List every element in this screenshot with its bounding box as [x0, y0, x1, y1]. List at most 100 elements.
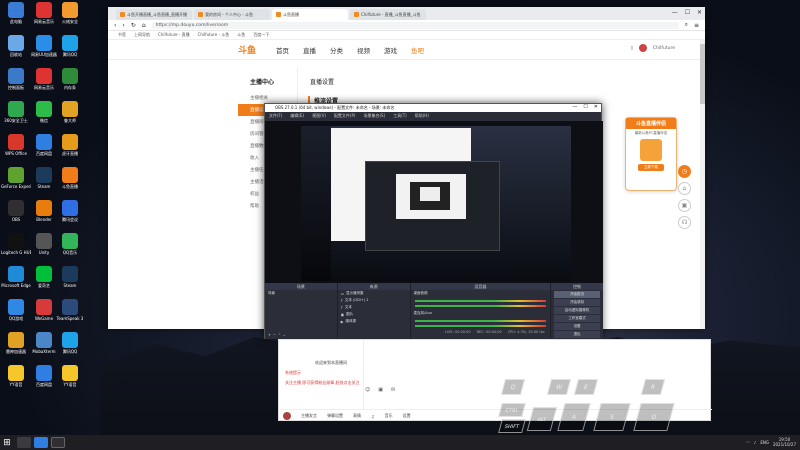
- menu-tools[interactable]: 工具(T): [393, 113, 407, 119]
- bookmark-item[interactable]: 上网导航: [134, 32, 150, 38]
- desktop-icon[interactable]: 微信: [30, 101, 58, 123]
- language-indicator[interactable]: ENG: [760, 440, 769, 445]
- desktop-icon[interactable]: OBS: [2, 200, 30, 222]
- desktop-icon[interactable]: Logitech G HUB: [1, 233, 31, 255]
- back-icon[interactable]: ‹: [114, 22, 116, 29]
- exit-button[interactable]: 退出: [554, 331, 600, 338]
- obs-preview[interactable]: [265, 121, 603, 283]
- desktop-icon[interactable]: 此电脑: [2, 2, 30, 24]
- desktop-icon[interactable]: Steam: [56, 266, 84, 288]
- home-icon[interactable]: ⌂: [142, 22, 146, 29]
- desktop-icon[interactable]: 斗鱼直播: [56, 167, 84, 189]
- desktop-icon[interactable]: Microsoft Edge: [1, 266, 31, 288]
- source-item[interactable]: T 文本: [338, 304, 410, 311]
- promo-download-button[interactable]: 立即下载: [638, 164, 664, 171]
- audio-volume-slider[interactable]: [414, 305, 547, 307]
- up-icon[interactable]: ⌃: [278, 333, 281, 337]
- start-recording-button[interactable]: 开始录制: [554, 299, 600, 306]
- bookmark-item[interactable]: 书签: [118, 32, 126, 38]
- nav-fishbar[interactable]: 鱼吧: [411, 45, 424, 55]
- search-icon[interactable]: [17, 437, 31, 448]
- desktop-icon[interactable]: 回收站: [2, 35, 30, 57]
- menu-edit[interactable]: 编辑(E): [290, 113, 304, 119]
- forward-icon[interactable]: ›: [122, 22, 124, 29]
- start-streaming-button[interactable]: 开始推流: [554, 291, 600, 298]
- nav-video[interactable]: 视频: [357, 45, 370, 55]
- minimize-icon[interactable]: —: [672, 9, 678, 16]
- desktop-icon[interactable]: 百度网盘: [30, 365, 58, 387]
- source-item[interactable]: ▶ 媒体源: [338, 318, 410, 325]
- windows-start-icon[interactable]: ⊞: [0, 435, 14, 450]
- desktop-icon[interactable]: 虎牙直播: [56, 134, 84, 156]
- emoji-icon[interactable]: ☺: [365, 387, 370, 393]
- desktop-icon[interactable]: YY语音: [56, 365, 84, 387]
- headset-icon[interactable]: ☊: [678, 216, 691, 229]
- avatar[interactable]: [283, 412, 291, 420]
- add-icon[interactable]: +: [268, 333, 271, 337]
- menu-view[interactable]: 视图(V): [312, 113, 326, 119]
- promo-card[interactable]: 斗鱼直播伴侣 最新斗鱼PC直播伴侣 立即下载: [625, 117, 677, 191]
- gift-icon[interactable]: ▣: [678, 199, 691, 212]
- desktop-icon[interactable]: 腾讯会议: [56, 200, 84, 222]
- desktop-icon[interactable]: QQ游戏: [2, 299, 30, 321]
- desktop-icon[interactable]: MobaXterm: [30, 332, 58, 354]
- desktop-icon[interactable]: Blender: [30, 200, 58, 222]
- username[interactable]: Chilfuture: [653, 46, 675, 51]
- source-item[interactable]: ▭ 显示器采集: [338, 290, 410, 297]
- desktop-icon[interactable]: YY语音: [2, 365, 30, 387]
- image-icon[interactable]: ▣: [378, 387, 383, 393]
- desktop-icon[interactable]: 腾讯QQ: [56, 35, 84, 57]
- nav-live[interactable]: 直播: [303, 45, 316, 55]
- desktop-icon[interactable]: 腾讯QQ: [56, 332, 84, 354]
- desktop-icon[interactable]: 鲁大师: [56, 101, 84, 123]
- nav-category[interactable]: 分类: [330, 45, 343, 55]
- desktop-icon[interactable]: 网易UU加速器: [30, 35, 58, 57]
- settings-button[interactable]: 设置: [554, 323, 600, 330]
- close-icon[interactable]: ✕: [697, 9, 702, 16]
- desktop-icon[interactable]: 百度网盘: [30, 134, 58, 156]
- menu-scene-collection[interactable]: 场景集合(S): [363, 113, 385, 119]
- studio-mode-button[interactable]: 工作室模式: [554, 315, 600, 322]
- menu-profile[interactable]: 配置文件(P): [334, 113, 356, 119]
- scrollbar-thumb[interactable]: [700, 44, 705, 104]
- menu-file[interactable]: 文件(F): [269, 113, 282, 119]
- avatar[interactable]: [638, 44, 647, 52]
- chat-bottom-item[interactable]: 主播发言: [301, 413, 317, 419]
- bookmark-item[interactable]: Chilfuture - 斗鱼: [198, 32, 230, 38]
- desktop-icon[interactable]: GeForce Experience: [1, 167, 31, 189]
- browser-taskbar-icon[interactable]: [34, 437, 48, 448]
- music-icon[interactable]: ♫: [371, 414, 375, 419]
- url-input[interactable]: https://mp.douyu.com/live/room: [151, 21, 679, 29]
- virtual-camera-button[interactable]: 启动虚拟摄像机: [554, 307, 600, 314]
- site-logo[interactable]: 斗鱼: [238, 43, 256, 56]
- remove-icon[interactable]: −: [273, 333, 276, 337]
- nav-games[interactable]: 游戏: [384, 45, 397, 55]
- bookmark-item[interactable]: Chilfuture - 直播: [158, 32, 190, 38]
- scene-item[interactable]: 场景: [265, 290, 337, 297]
- desktop-icon[interactable]: 雷神加速器: [2, 332, 30, 354]
- browser-tab[interactable]: Chilfuture - 直播_斗鱼直播_斗鱼: [350, 9, 426, 20]
- source-item[interactable]: T 文本 (GDI+) 2: [338, 297, 410, 304]
- home-outline-icon[interactable]: ⌂: [678, 182, 691, 195]
- down-icon[interactable]: ⌄: [283, 333, 286, 337]
- phone-icon[interactable]: ▯: [630, 46, 632, 51]
- bookmark-item[interactable]: 斗鱼: [237, 32, 245, 38]
- bookmark-item[interactable]: 百度一下: [253, 32, 269, 38]
- desktop-icon[interactable]: 爱奇艺: [30, 266, 58, 288]
- browser-tab[interactable]: 斗鱼开播直播_斗鱼直播_直播开播: [116, 9, 192, 20]
- desktop-icon[interactable]: 内存条: [56, 68, 84, 90]
- desktop-icon[interactable]: 网易云音乐: [30, 2, 58, 24]
- menu-icon[interactable]: ≡: [694, 22, 699, 29]
- volume-icon[interactable]: ♪: [754, 440, 757, 445]
- browser-tab-active[interactable]: 斗鱼直播: [272, 9, 348, 20]
- desktop-icon[interactable]: TeamSpeak 3: [56, 299, 84, 321]
- page-scrollbar[interactable]: [700, 40, 705, 329]
- desktop-icon[interactable]: 网易云音乐: [30, 68, 58, 90]
- desktop-icon[interactable]: 360安全卫士: [2, 101, 30, 123]
- gift-icon[interactable]: ✉: [391, 387, 395, 393]
- audio-volume-slider[interactable]: [414, 325, 547, 327]
- refresh-icon[interactable]: ↻: [131, 22, 136, 29]
- clock-icon[interactable]: ◷: [678, 165, 691, 178]
- menu-help[interactable]: 帮助(H): [415, 113, 429, 119]
- source-item[interactable]: ▣ 图片: [338, 311, 410, 318]
